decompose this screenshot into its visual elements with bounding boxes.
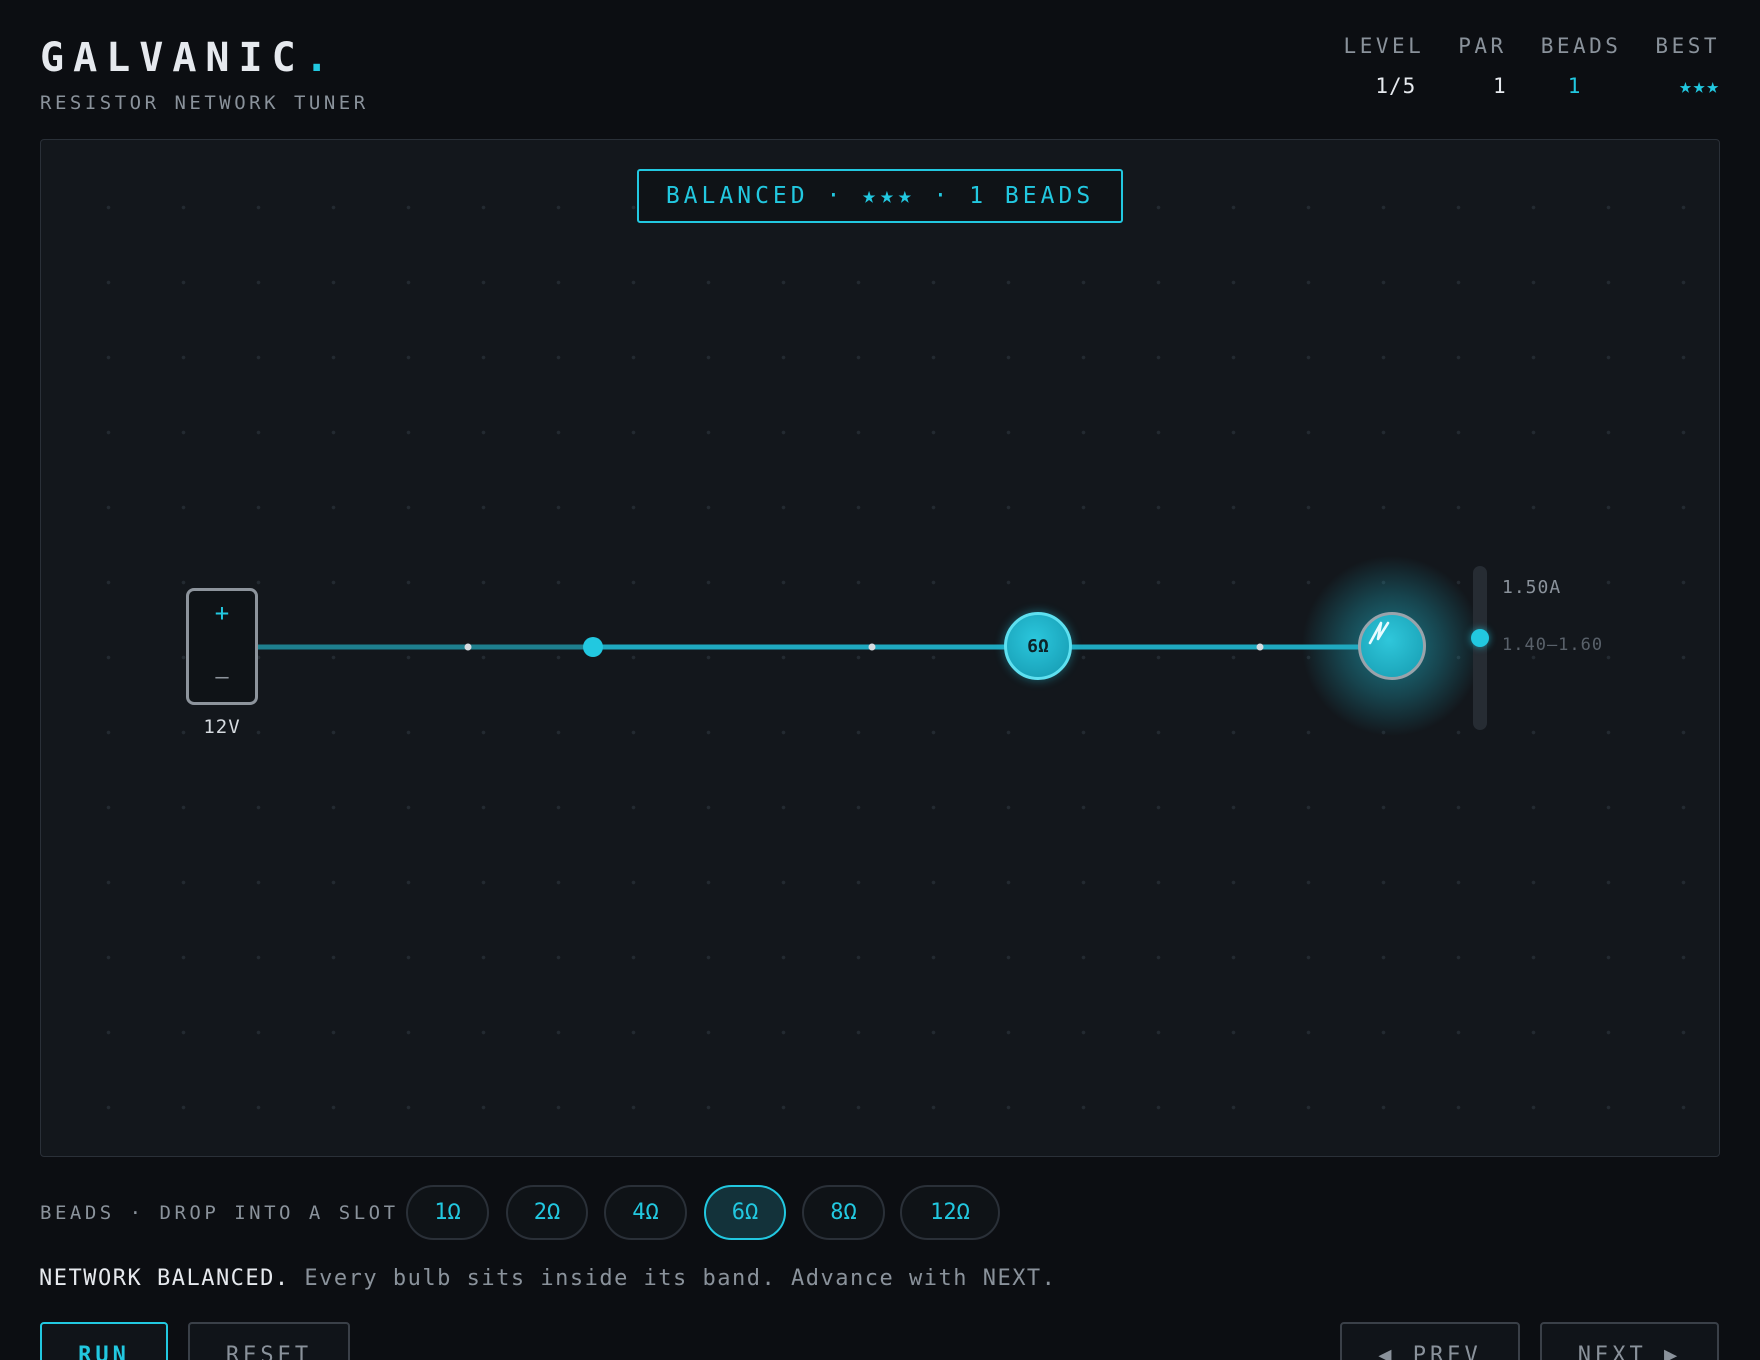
app-title-text: GALVANIC <box>40 35 305 81</box>
next-button[interactable]: NEXT ▶ <box>1540 1322 1719 1360</box>
stat-beads: BEADS 1 <box>1541 34 1622 98</box>
wire-layer <box>258 637 1361 657</box>
slot-node[interactable] <box>1256 643 1264 651</box>
stat-beads-label: BEADS <box>1540 34 1622 58</box>
slot-node[interactable] <box>464 643 472 651</box>
stat-level-label: LEVEL <box>1343 34 1425 58</box>
battery: + – <box>186 588 258 705</box>
status-message: NETWORK BALANCED. Every bulb sits inside… <box>39 1266 1056 1291</box>
status-banner: BALANCED · ★★★ · 1 BEADS <box>637 169 1123 223</box>
stats-panel: LEVEL 1/5 PAR 1 BEADS 1 BEST ★★★ <box>1344 34 1720 98</box>
stat-best: BEST ★★★ <box>1655 34 1720 98</box>
current-indicator <box>1471 629 1489 647</box>
reset-button[interactable]: RESET <box>188 1322 350 1360</box>
battery-minus-terminal: – <box>215 665 229 690</box>
stat-par-value: 1 <box>1493 74 1507 98</box>
stat-best-label: BEST <box>1655 34 1720 58</box>
app-title: GALVANIC. <box>40 36 369 80</box>
battery-voltage: 12V <box>203 716 241 738</box>
bead-chip-12ohm[interactable]: 12Ω <box>900 1185 1000 1240</box>
circuit-board: BALANCED · ★★★ · 1 BEADS + – 12V 6Ω 1.50… <box>40 139 1720 1157</box>
stat-level-value: 1/5 <box>1375 74 1417 98</box>
stat-par: PAR 1 <box>1458 34 1506 98</box>
bead-chip-6ohm[interactable]: 6Ω <box>704 1185 786 1240</box>
app-subtitle: RESISTOR NETWORK TUNER <box>40 92 369 114</box>
bead-chip-2ohm[interactable]: 2Ω <box>506 1185 588 1240</box>
status-message-strong: NETWORK BALANCED. <box>39 1266 290 1291</box>
stat-best-value: ★★★ <box>1679 74 1720 98</box>
status-message-detail: Every bulb sits inside its band. Advance… <box>304 1266 1057 1291</box>
current-reading: 1.50A <box>1502 577 1562 598</box>
stat-beads-value: 1 <box>1567 74 1582 98</box>
run-button[interactable]: RUN <box>40 1322 168 1360</box>
target-band: 1.40–1.60 <box>1502 635 1604 655</box>
filament-icon <box>1368 621 1390 645</box>
bulb <box>1358 612 1426 680</box>
prev-button[interactable]: ◀ PREV <box>1340 1322 1520 1360</box>
placed-bead[interactable]: 6Ω <box>1004 612 1072 680</box>
junction-node[interactable] <box>583 637 603 657</box>
battery-plus-terminal: + <box>214 599 230 627</box>
game-page: GALVANIC. RESISTOR NETWORK TUNER LEVEL 1… <box>0 0 1760 1360</box>
bead-chip-1ohm[interactable]: 1Ω <box>406 1185 489 1240</box>
current-meter <box>1473 566 1487 730</box>
bead-chip-8ohm[interactable]: 8Ω <box>802 1185 885 1240</box>
stat-par-label: PAR <box>1458 34 1507 58</box>
slot-node[interactable] <box>868 643 876 651</box>
stat-level: LEVEL 1/5 <box>1344 34 1425 98</box>
bead-chip-4ohm[interactable]: 4Ω <box>604 1185 687 1240</box>
bead-tray-label: BEADS · DROP INTO A SLOT <box>40 1202 399 1224</box>
brand: GALVANIC. RESISTOR NETWORK TUNER <box>40 36 369 114</box>
app-title-dot: . <box>304 35 338 81</box>
